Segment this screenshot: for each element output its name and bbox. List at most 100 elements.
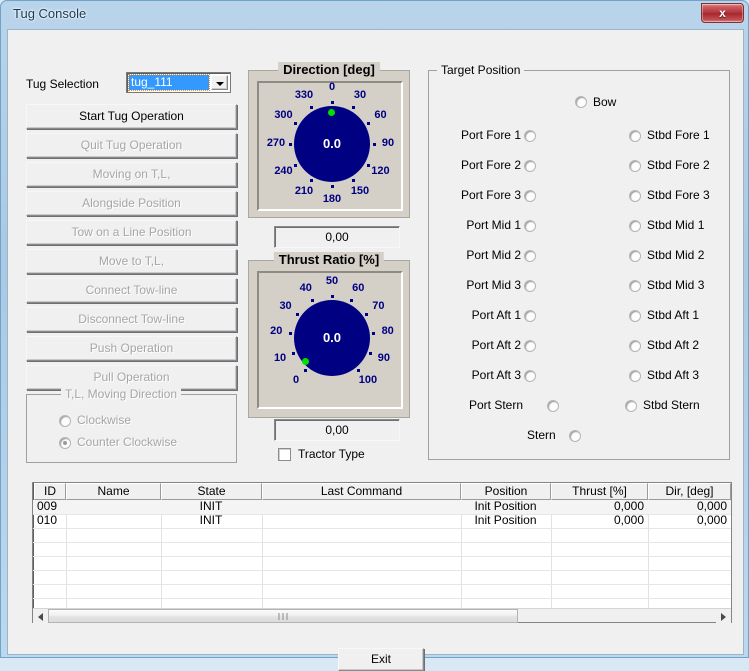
radio-port-2[interactable] [524,190,536,202]
tug-selection-combo[interactable]: tug_111 [126,72,231,93]
operation-button-4: Tow on a Line Position [26,220,237,245]
thrust-dial-title: Thrust Ratio [%] [273,252,385,267]
table-cell-thrust: 0,000 [613,500,644,513]
moving-direction-title: T,L, Moving Direction [61,387,182,401]
thrust-tick-0 [303,368,307,372]
radio-port-6[interactable] [524,310,536,322]
direction-value-field[interactable]: 0,00 [274,226,400,248]
direction-tick-label-5: 150 [350,185,370,198]
table-header-name[interactable]: Name [66,483,161,500]
radio-port-4[interactable] [524,250,536,262]
title-bar: Tug Console x [1,1,749,29]
radio-port-0-label: Port Fore 1 [460,128,521,142]
table-header-thrust[interactable]: Thrust [%] [551,483,648,500]
direction-tick-label-9: 270 [266,137,286,149]
radio-stbd-1[interactable] [629,160,641,172]
table-row-divider [33,570,731,571]
arrow-right-icon[interactable] [716,609,731,623]
radio-port-3[interactable] [524,220,536,232]
direction-tick-label-10: 300 [274,109,293,121]
direction-tick-label-7: 210 [294,185,314,198]
table-cell-state: INIT [199,514,223,527]
radio-port-8[interactable] [524,370,536,382]
radio-stbd-5[interactable] [629,280,641,292]
operation-button-7: Disconnect Tow-line [26,307,237,332]
direction-tick-5 [351,178,355,182]
radio-stbd-0[interactable] [629,130,641,142]
radio-port-stern[interactable] [547,400,559,412]
radio-stbd-stern[interactable] [625,400,637,412]
thrust-tick-5 [330,294,334,298]
exit-button[interactable]: Exit [338,648,424,671]
table-header-command[interactable]: Last Command [262,483,461,500]
target-position-group: Target Position Bow Port Fore 1 Port Fore… [428,63,730,460]
direction-tick-11 [309,106,313,110]
radio-stbd-3[interactable] [629,220,641,232]
radio-stbd-3-label: Stbd Mid 1 [647,218,705,232]
radio-port-5[interactable] [524,280,536,292]
radio-stbd-stern-label: Stbd Stern [643,398,700,412]
table-header-state[interactable]: State [161,483,262,500]
table-row-divider [33,584,731,585]
table-cell-state: INIT [199,500,223,513]
radio-port-6-label: Port Aft 1 [471,308,521,322]
thrust-tick-7 [365,313,369,316]
radio-stbd-7-label: Stbd Aft 2 [647,338,700,352]
direction-tick-label-3: 90 [381,137,395,149]
direction-dial-face[interactable]: 0.0 0 30 60 90 120 150 180 210 240 270 300 330 [257,81,403,211]
direction-tick-0 [330,100,334,104]
direction-tick-label-4: 120 [371,165,390,177]
table-cell-dir: 0,000 [696,500,727,513]
tug-selection-value[interactable]: tug_111 [128,74,210,91]
thrust-tick-label-0: 0 [292,373,300,386]
radio-port-1-label: Port Fore 2 [460,158,521,172]
radio-stern[interactable] [569,430,581,442]
horizontal-scrollbar[interactable] [33,608,731,623]
scrollbar-thumb[interactable] [48,609,518,623]
thrust-dial-marker-icon[interactable] [302,358,309,365]
radio-stbd-6[interactable] [629,310,641,322]
chevron-down-icon[interactable] [211,75,228,90]
direction-tick-10 [294,121,298,125]
table-row-divider [33,542,731,543]
direction-tick-label-2: 60 [374,109,387,121]
arrow-left-icon[interactable] [33,609,48,623]
tractor-type-checkbox[interactable] [278,448,291,461]
tractor-type-label: Tractor Type [298,447,365,461]
close-icon[interactable]: x [701,3,744,23]
operation-button-6: Connect Tow-line [26,278,237,303]
radio-port-1[interactable] [524,160,536,172]
radio-stbd-4-label: Stbd Mid 2 [647,248,705,262]
radio-stern-label: Stern [527,428,556,442]
direction-tick-label-8: 240 [274,165,293,177]
table-cell-position: Init Position [474,500,537,513]
table-row[interactable]: 009 INIT Init Position 0,000 0,000 [33,500,731,514]
radio-counter-clockwise[interactable] [59,437,71,449]
radio-stbd-8[interactable] [629,370,641,382]
radio-stbd-4[interactable] [629,250,641,262]
table-header-position[interactable]: Position [461,483,551,500]
table-cell-name [69,500,157,514]
radio-port-7[interactable] [524,340,536,352]
operation-button-3: Alongside Position [26,191,237,216]
direction-dial-marker-icon[interactable] [328,109,335,116]
radio-stbd-2-label: Stbd Fore 3 [647,188,710,202]
radio-bow[interactable] [575,96,587,108]
direction-tick-6 [330,184,334,188]
table-header-dir[interactable]: Dir, [deg] [648,483,731,500]
direction-dial-value: 0.0 [322,136,342,151]
radio-stbd-2[interactable] [629,190,641,202]
operation-button-0[interactable]: Start Tug Operation [26,104,237,129]
radio-stbd-7[interactable] [629,340,641,352]
thrust-dial-face[interactable]: 0.0 0 10 20 30 40 50 60 70 80 90 100 [257,271,403,409]
thrust-value-field[interactable]: 0,00 [274,419,400,441]
radio-stbd-0-label: Stbd Fore 1 [647,128,710,142]
radio-clockwise[interactable] [59,415,71,427]
moving-direction-group: T,L, Moving Direction Clockwise Counter … [26,387,237,463]
thrust-tick-label-6: 60 [352,281,365,294]
table-header-id[interactable]: ID [34,483,66,500]
tug-selection-label: Tug Selection [26,77,99,91]
table-row[interactable]: 010 INIT Init Position 0,000 0,000 [33,514,731,528]
radio-port-0[interactable] [524,130,536,142]
tug-status-table[interactable]: ID Name State Last Command Position Thrust [%… [32,482,732,623]
